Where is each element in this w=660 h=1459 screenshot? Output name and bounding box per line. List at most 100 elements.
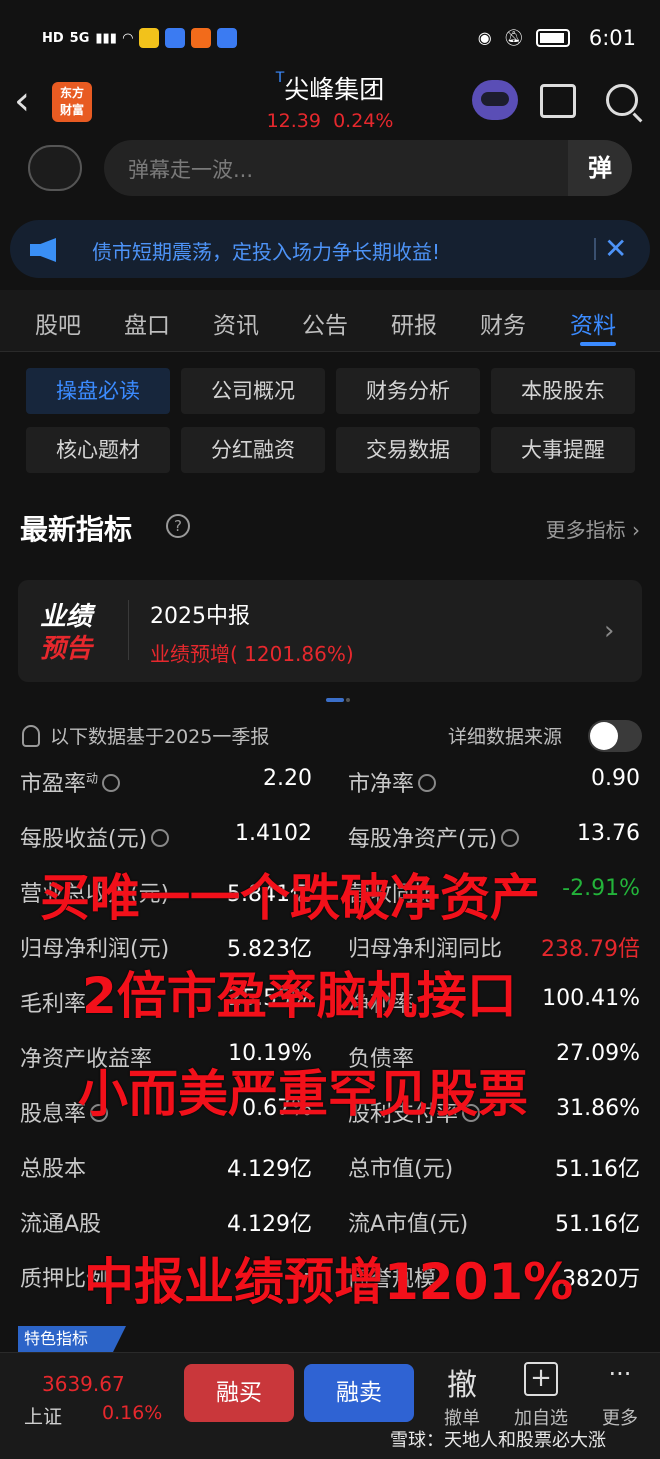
carousel-indicator-active xyxy=(326,698,344,702)
subnav-trading-data[interactable]: 交易数据 xyxy=(336,427,480,473)
tab-finance[interactable]: 财务 xyxy=(480,306,526,340)
overlay-caption: 小而美严重罕见股票 xyxy=(78,1065,528,1123)
metric-label: 流A市值(元) xyxy=(348,1212,469,1237)
metric-value: 31.86% xyxy=(556,1096,640,1121)
index-change[interactable]: 0.16% xyxy=(102,1402,162,1424)
tab-research[interactable]: 研报 xyxy=(391,306,437,340)
info-icon[interactable] xyxy=(501,829,520,847)
metric-value: 4.129亿 xyxy=(227,1212,312,1237)
metric-value: 4.129亿 xyxy=(227,1157,312,1182)
toggle-knob xyxy=(590,722,618,750)
danmaku-settings-icon[interactable] xyxy=(28,145,82,191)
subnav-shareholders[interactable]: 本股股东 xyxy=(491,368,635,414)
subnav-core-themes[interactable]: 核心题材 xyxy=(26,427,170,473)
eye-icon: ◉ xyxy=(477,28,492,47)
metric-value: 27.09% xyxy=(556,1041,640,1066)
metric-label-text: 股息率 xyxy=(20,1102,87,1127)
tab-news[interactable]: 资讯 xyxy=(213,306,259,340)
info-icon[interactable] xyxy=(102,774,121,792)
index-name[interactable]: 上证 xyxy=(24,1402,62,1429)
stock-name: 尖峰集团 xyxy=(284,75,385,104)
app-notification-icon xyxy=(190,28,211,48)
margin-buy-button[interactable]: 融买 xyxy=(184,1364,294,1422)
metric-label: 每股收益(元) xyxy=(20,821,170,853)
chevron-right-icon[interactable]: › xyxy=(604,616,614,646)
tab-pankou[interactable]: 盘口 xyxy=(124,306,170,340)
forecast-period: 2025中报 xyxy=(150,604,250,629)
data-basis-text: 以下数据基于2025一季报 xyxy=(50,726,270,748)
overlay-caption: 买唯一一个跌破净资产 xyxy=(40,869,540,927)
add-watchlist-icon[interactable]: + xyxy=(524,1362,558,1396)
mute-icon: 🔕︎ xyxy=(503,28,524,47)
section-title: 最新指标 xyxy=(20,513,133,546)
close-icon[interactable]: ✕ xyxy=(604,232,627,265)
subnav-company-overview[interactable]: 公司概况 xyxy=(181,368,325,414)
metric-label-text: 每股净资产(元) xyxy=(348,827,498,852)
network-indicator: 5G xyxy=(69,30,90,46)
share-icon[interactable] xyxy=(540,84,576,118)
tab-guba[interactable]: 股吧 xyxy=(35,306,81,340)
metric-label: 市盈率动 xyxy=(20,766,121,798)
metric-value: 2.20 xyxy=(263,766,312,791)
divider xyxy=(128,600,129,660)
status-time: 6:01 xyxy=(588,26,636,50)
metric-value: 51.16亿 xyxy=(555,1157,640,1182)
metric-value: 13.76 xyxy=(577,821,640,846)
metric-label: 市净率 xyxy=(348,766,437,798)
metric-label: 每股净资产(元) xyxy=(348,821,520,853)
metric-value: 0.90 xyxy=(591,766,640,791)
search-icon[interactable] xyxy=(606,84,638,116)
overlay-caption: 中报业绩预增1201% xyxy=(84,1253,574,1311)
lightbulb-icon xyxy=(22,725,40,747)
help-icon[interactable]: ? xyxy=(166,514,190,538)
more-indicators-link[interactable]: 更多指标 › xyxy=(546,514,640,543)
subnav-events[interactable]: 大事提醒 xyxy=(491,427,635,473)
status-left: HD 5G ▮▮▮ ◠ xyxy=(42,28,237,48)
wifi-icon: ◠ xyxy=(122,30,133,46)
metric-value: 3820万 xyxy=(562,1267,640,1292)
subnav-must-read[interactable]: 操盘必读 xyxy=(26,368,170,414)
metric-label-text: 每股收益(元) xyxy=(20,827,148,852)
danmaku-placeholder: 弹幕走一波... xyxy=(128,158,254,182)
stock-change: 0.24% xyxy=(333,110,394,132)
t-mark: T xyxy=(275,70,285,86)
metric-label: 总市值(元) xyxy=(348,1157,454,1182)
index-value[interactable]: 3639.67 xyxy=(42,1372,125,1396)
metric-value: 51.16亿 xyxy=(555,1212,640,1237)
carousel-indicator xyxy=(346,698,350,702)
status-right: ◉ 🔕︎ xyxy=(478,28,570,47)
robot-assistant-icon[interactable] xyxy=(472,80,518,120)
tab-announcements[interactable]: 公告 xyxy=(302,306,348,340)
cancel-order-icon[interactable]: 撤 xyxy=(432,1360,492,1404)
metric-sup: 动 xyxy=(86,771,99,786)
metric-label: 总股本 xyxy=(20,1157,87,1182)
info-icon[interactable] xyxy=(418,774,437,792)
metric-label-text: 市盈率 xyxy=(20,772,87,797)
app-notification-icon xyxy=(164,28,185,48)
metric-value: 100.41% xyxy=(542,986,640,1011)
battery-icon xyxy=(536,28,570,47)
subnav-financial-analysis[interactable]: 财务分析 xyxy=(336,368,480,414)
metric-label-text: 市净率 xyxy=(348,772,415,797)
more-icon[interactable]: ··· xyxy=(590,1360,650,1388)
danmaku-send-button[interactable]: 弹 xyxy=(568,140,632,196)
watermark: 雪球：天地人和股票必大涨 xyxy=(390,1430,606,1451)
active-tab-indicator xyxy=(580,342,616,346)
metric-value: 1.4102 xyxy=(235,821,312,846)
app-notification-icon xyxy=(216,28,237,48)
subnav-dividends[interactable]: 分红融资 xyxy=(181,427,325,473)
info-icon[interactable] xyxy=(151,829,170,847)
metric-label: 毛利率 xyxy=(20,992,87,1017)
hd-indicator: HD xyxy=(42,30,64,46)
metric-value: 238.79倍 xyxy=(541,937,640,962)
forecast-description: 业绩预增( 1201.86%) xyxy=(150,642,354,666)
overlay-caption: 2倍市盈率脑机接口 xyxy=(82,967,517,1025)
notice-text[interactable]: 债市短期震荡，定投入场力争长期收益! xyxy=(92,236,440,265)
feature-indicators-tag[interactable]: 特色指标 xyxy=(18,1326,126,1352)
tab-profile[interactable]: 资料 xyxy=(570,306,616,340)
margin-sell-button[interactable]: 融卖 xyxy=(304,1364,414,1422)
signal-icon: ▮▮▮ xyxy=(95,30,117,46)
data-source-label: 详细数据来源 xyxy=(448,726,563,748)
forecast-badge-line2: 预告 xyxy=(40,634,93,664)
stock-price: 12.39 xyxy=(266,110,321,132)
